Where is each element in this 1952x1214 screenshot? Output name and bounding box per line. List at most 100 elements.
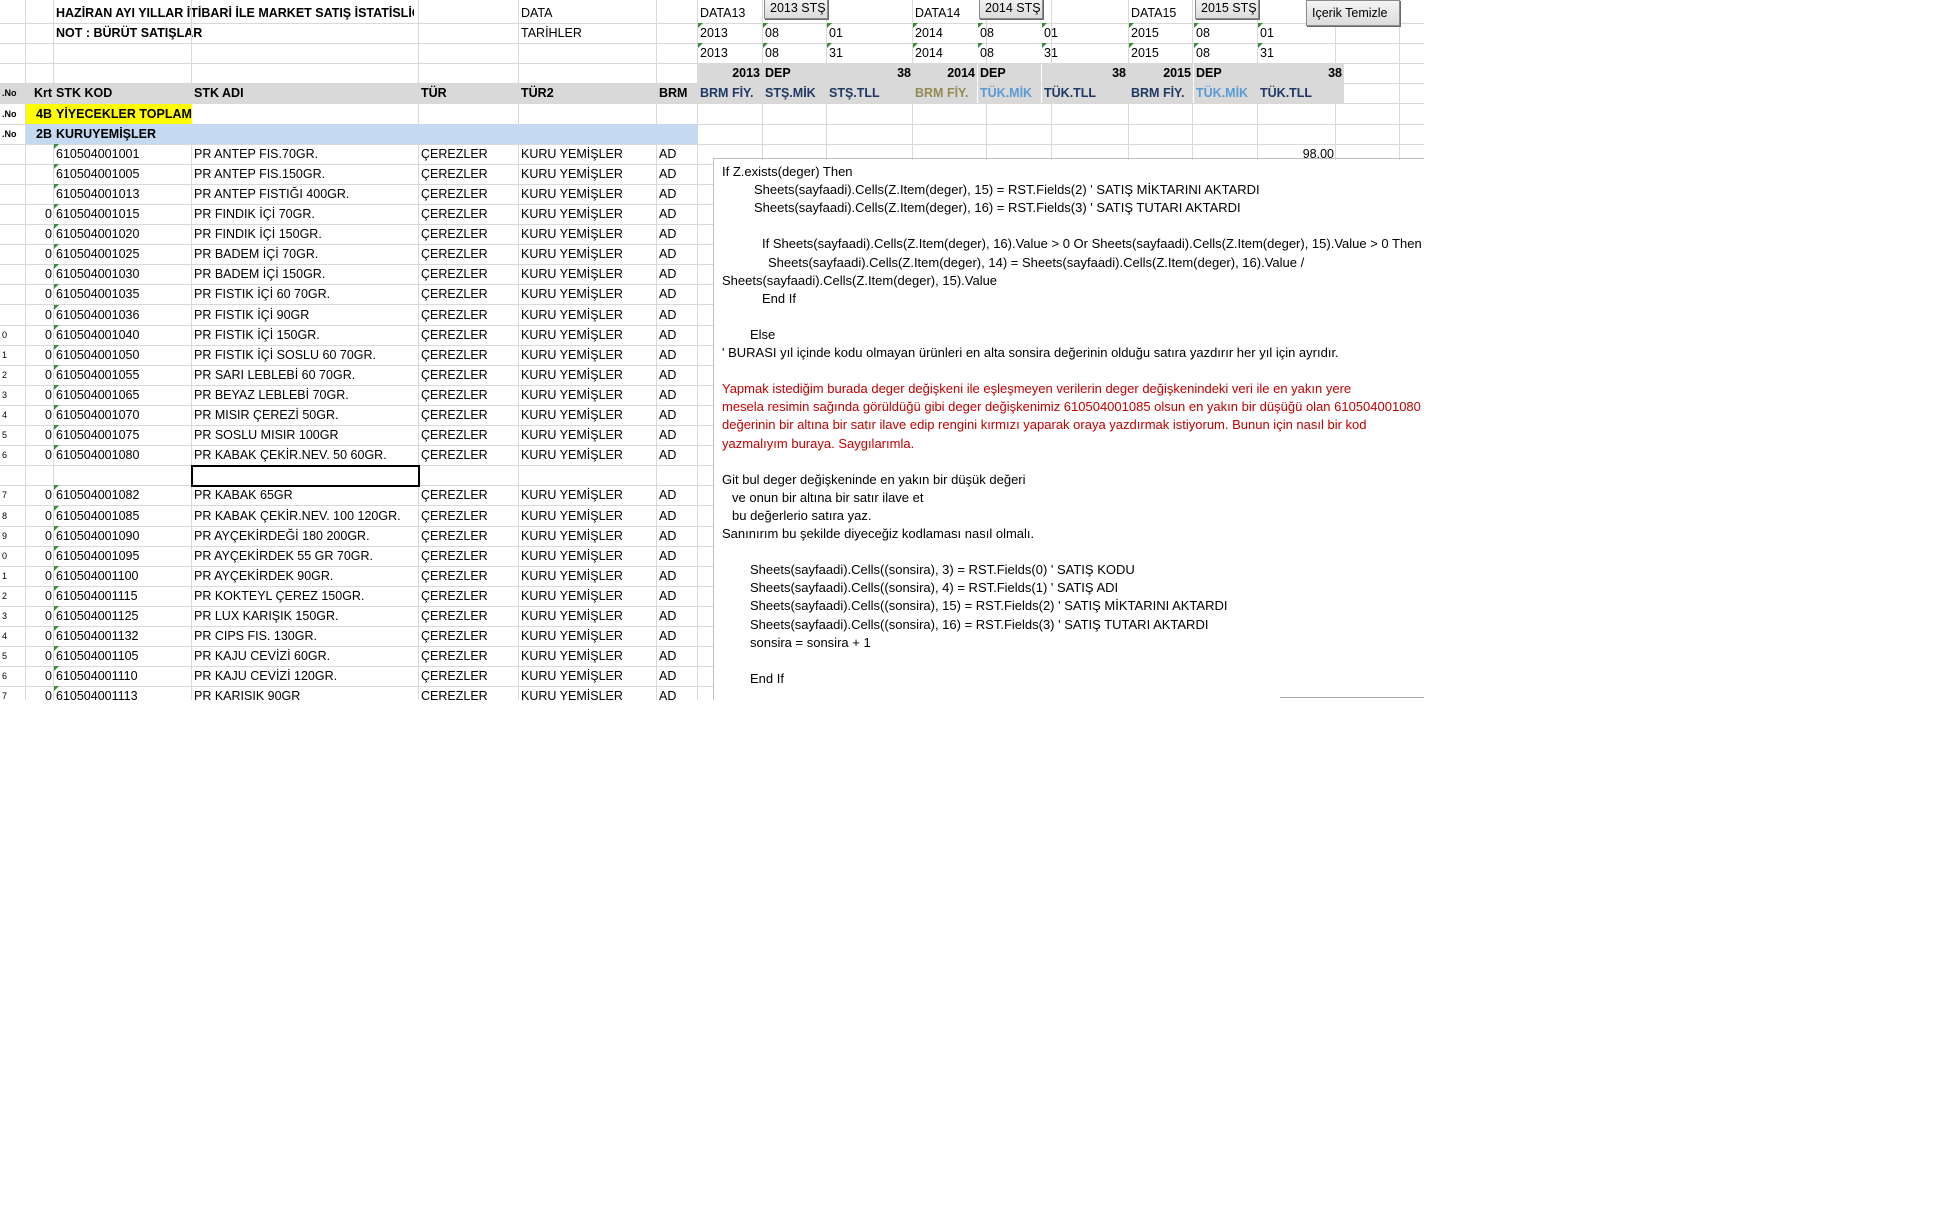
row-index-cell[interactable]: 5 <box>0 425 26 445</box>
tur-cell[interactable]: ÇEREZLER <box>419 646 519 666</box>
tur2-cell[interactable]: KURU YEMİŞLER <box>519 546 657 566</box>
group-krt[interactable]: 2B <box>26 124 54 144</box>
stk-kod-cell[interactable]: 610504001013 <box>54 184 192 204</box>
code-line[interactable]: mesela resimin sağında görüldüğü gibi de… <box>722 398 1421 416</box>
row-index-cell[interactable]: 7 <box>0 686 26 700</box>
sheet-note[interactable]: NOT : BÜRÜT SATIŞLAR <box>54 23 414 43</box>
quantity-header[interactable]: STŞ.MİK <box>763 83 826 103</box>
dep-number-cell[interactable]: 38 <box>1258 63 1344 83</box>
code-line[interactable]: Sheets(sayfaadi).Cells(Z.Item(deger), 14… <box>768 254 1304 272</box>
tur2-cell[interactable]: KURU YEMİŞLER <box>519 325 657 345</box>
tur2-cell[interactable]: KURU YEMİŞLER <box>519 626 657 646</box>
krt-cell[interactable]: 0 <box>26 325 54 345</box>
stk-adi-cell[interactable]: PR LUX KARIŞIK 150GR. <box>192 606 419 626</box>
code-line[interactable]: Sheets(sayfaadi).Cells((sonsira), 4) = R… <box>750 579 1118 597</box>
tur-header[interactable]: TÜR <box>419 83 519 103</box>
stk-adi-cell[interactable]: PR FINDIK İÇİ 150GR. <box>192 224 419 244</box>
krt-cell[interactable]: 0 <box>26 686 54 700</box>
row-index-cell[interactable]: 4 <box>0 626 26 646</box>
code-line[interactable]: Sheets(sayfaadi).Cells((sonsira), 16) = … <box>750 616 1208 634</box>
row-index-cell[interactable]: 0 <box>0 325 26 345</box>
stk-kod-cell[interactable]: 610504001040 <box>54 325 192 345</box>
stk-adi-cell[interactable]: PR SARI LEBLEBİ 60 70GR. <box>192 365 419 385</box>
group-no[interactable]: .No <box>0 124 26 144</box>
tur-cell[interactable]: ÇEREZLER <box>419 284 519 304</box>
dep-cell[interactable]: DEP <box>763 63 826 83</box>
selected-cell[interactable] <box>191 465 420 487</box>
krt-cell[interactable]: 0 <box>26 546 54 566</box>
tur-cell[interactable]: ÇEREZLER <box>419 445 519 465</box>
brm-cell[interactable]: AD <box>657 224 698 244</box>
code-line[interactable]: ve onun bir altına bir satır ilave et <box>732 489 924 507</box>
krt-cell[interactable]: 0 <box>26 566 54 586</box>
stk-adi-cell[interactable]: PR BEYAZ LEBLEBİ 70GR. <box>192 385 419 405</box>
krt-cell[interactable]: 0 <box>26 345 54 365</box>
krt-cell[interactable] <box>26 164 54 184</box>
year-sales-button[interactable]: 2015 STŞ G <box>1195 0 1259 19</box>
code-line[interactable]: Sheets(sayfaadi).Cells((sonsira), 15) = … <box>750 597 1227 615</box>
tur2-cell[interactable]: KURU YEMİŞLER <box>519 365 657 385</box>
brm-header[interactable]: BRM <box>657 83 698 103</box>
date-start-cell[interactable]: 01 <box>1042 23 1102 43</box>
dep-cell[interactable]: DEP <box>978 63 1041 83</box>
row-index-cell[interactable]: 6 <box>0 666 26 686</box>
tur-cell[interactable]: ÇEREZLER <box>419 144 519 164</box>
brm-cell[interactable]: AD <box>657 325 698 345</box>
date-start-cell[interactable]: 2013 <box>698 23 758 43</box>
code-line[interactable]: Else <box>750 326 775 344</box>
tur2-cell[interactable]: KURU YEMİŞLER <box>519 184 657 204</box>
row-index-cell[interactable]: 6 <box>0 445 26 465</box>
stk-kod-cell[interactable]: 610504001075 <box>54 425 192 445</box>
tur2-cell[interactable]: KURU YEMİŞLER <box>519 506 657 526</box>
row-index-cell[interactable]: 1 <box>0 345 26 365</box>
date-end-cell[interactable]: 31 <box>1042 43 1102 63</box>
dep-number-cell[interactable]: 38 <box>1042 63 1128 83</box>
code-line[interactable]: Sheets(sayfaadi).Cells(Z.Item(deger), 16… <box>754 199 1241 217</box>
stk-kod-cell[interactable]: 610504001020 <box>54 224 192 244</box>
stk-adi-cell[interactable]: PR KOKTEYL ÇEREZ 150GR. <box>192 586 419 606</box>
stk-adi-cell[interactable]: PR KAJU CEVİZİ 120GR. <box>192 666 419 686</box>
stk-adi-cell[interactable]: PR BADEM İÇİ 70GR. <box>192 244 419 264</box>
tur-cell[interactable]: ÇEREZLER <box>419 264 519 284</box>
stk-kod-cell[interactable]: 610504001070 <box>54 405 192 425</box>
stk-kod-cell[interactable]: 610504001001 <box>54 144 192 164</box>
date-start-cell[interactable]: 2014 <box>913 23 973 43</box>
stk-adi-cell[interactable]: PR ANTEP FIS.70GR. <box>192 144 419 164</box>
stk-adi-cell[interactable]: PR FISTIK İÇİ 90GR <box>192 305 419 325</box>
code-line[interactable]: Sheets(sayfaadi).Cells(Z.Item(deger), 15… <box>722 272 997 290</box>
brm-cell[interactable]: AD <box>657 626 698 646</box>
krt-cell[interactable]: 0 <box>26 365 54 385</box>
tur2-cell[interactable]: KURU YEMİŞLER <box>519 144 657 164</box>
stk-kod-cell[interactable]: 610504001050 <box>54 345 192 365</box>
row-index-cell[interactable] <box>0 305 26 325</box>
brm-cell[interactable]: AD <box>657 305 698 325</box>
total-header[interactable]: TÜK.TLL <box>1258 83 1344 103</box>
krt-cell[interactable]: 0 <box>26 606 54 626</box>
quantity-header[interactable]: TÜK.MİK <box>978 83 1041 103</box>
stk-adi-cell[interactable]: PR CIPS FIS. 130GR. <box>192 626 419 646</box>
krt-cell[interactable]: 0 <box>26 405 54 425</box>
tur-cell[interactable]: ÇEREZLER <box>419 506 519 526</box>
stk-adi-header[interactable]: STK ADI <box>192 83 419 103</box>
date-start-cell[interactable]: 01 <box>1258 23 1318 43</box>
clear-content-button[interactable]: Içerik Temizle <box>1306 0 1400 26</box>
tur2-cell[interactable]: KURU YEMİŞLER <box>519 566 657 586</box>
tur-cell[interactable]: ÇEREZLER <box>419 365 519 385</box>
tur-cell[interactable]: ÇEREZLER <box>419 666 519 686</box>
sheet-title[interactable]: HAZİRAN AYI YILLAR İTİBARİ İLE MARKET SA… <box>54 3 414 23</box>
dep-number-cell[interactable]: 38 <box>827 63 913 83</box>
tur-cell[interactable]: ÇEREZLER <box>419 425 519 445</box>
date-end-cell[interactable]: 08 <box>978 43 1038 63</box>
total-header[interactable]: TÜK.TLL <box>1042 83 1128 103</box>
brm-cell[interactable]: AD <box>657 345 698 365</box>
group-no[interactable]: .No <box>0 104 26 124</box>
date-start-cell[interactable]: 2015 <box>1129 23 1189 43</box>
group-krt[interactable]: 4B <box>26 104 54 124</box>
tur-cell[interactable]: ÇEREZLER <box>419 244 519 264</box>
row-index-cell[interactable] <box>0 164 26 184</box>
stk-adi-cell[interactable]: PR AYÇEKİRDEK 90GR. <box>192 566 419 586</box>
brm-cell[interactable]: AD <box>657 485 698 505</box>
code-line[interactable]: Sanınırım bu şekilde diyeceğiz kodlaması… <box>722 525 1034 543</box>
tur-cell[interactable]: ÇEREZLER <box>419 345 519 365</box>
krt-cell[interactable]: 0 <box>26 264 54 284</box>
